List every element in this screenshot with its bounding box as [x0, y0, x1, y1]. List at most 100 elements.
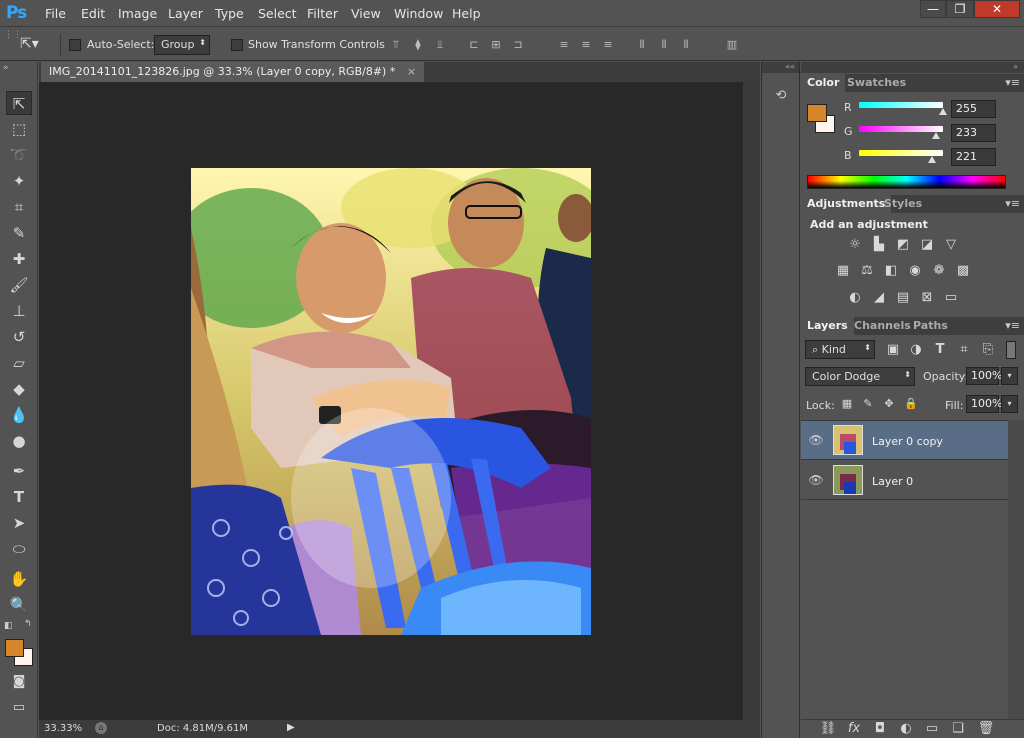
dodge-tool-icon[interactable]: ● [6, 429, 32, 453]
layer-style-icon[interactable]: fx [845, 720, 863, 738]
panels-collapse-icon[interactable]: » [801, 62, 1024, 73]
pen-tool-icon[interactable]: ✒ [6, 459, 32, 483]
marquee-tool-icon[interactable]: ⬚ [6, 117, 32, 141]
visibility-eye-icon[interactable]: 👁 [808, 432, 824, 448]
posterize-icon[interactable]: ◢ [870, 289, 888, 307]
status-menu-arrow-icon[interactable]: ▶ [287, 722, 295, 733]
lasso-tool-icon[interactable]: ➰ [6, 143, 32, 167]
lock-position-icon[interactable]: ✥ [880, 395, 898, 413]
status-info-icon[interactable]: ⌂ [95, 722, 107, 734]
menu-view[interactable]: View [351, 6, 381, 21]
channel-mixer-icon[interactable]: ❁ [930, 262, 948, 280]
layer-name[interactable]: Layer 0 [872, 475, 913, 488]
collapse-icon[interactable]: » [3, 63, 9, 73]
add-mask-icon[interactable]: ◘ [871, 720, 889, 738]
new-adjustment-layer-icon[interactable]: ◐ [897, 720, 915, 738]
photo-filter-icon[interactable]: ◉ [906, 262, 924, 280]
distribute-right-icon[interactable]: ⦀ [678, 37, 694, 53]
close-window-button[interactable]: ✕ [974, 0, 1020, 18]
filter-type-icon[interactable]: T [931, 341, 949, 359]
align-right-icon[interactable]: ⊐ [510, 37, 526, 53]
selective-color-icon[interactable]: ⊠ [918, 289, 936, 307]
color-spectrum-ramp[interactable] [807, 175, 1006, 189]
filter-adjustment-icon[interactable]: ◑ [907, 341, 925, 359]
color-balance-icon[interactable]: ⚖ [858, 262, 876, 280]
channel-r-slider[interactable] [859, 102, 943, 108]
menu-type[interactable]: Type [215, 6, 244, 21]
tab-swatches[interactable]: Swatches [841, 74, 912, 92]
zoom-level[interactable]: 33.33% [44, 723, 82, 734]
auto-align-icon[interactable]: ▥ [724, 37, 740, 53]
paint-bucket-tool-icon[interactable]: ◆ [6, 377, 32, 401]
channel-g-slider[interactable] [859, 126, 943, 132]
curves-icon[interactable]: ◩ [894, 236, 912, 254]
show-transform-checkbox[interactable] [231, 39, 243, 51]
distribute-top-icon[interactable]: ≡ [556, 37, 572, 53]
fill-input[interactable]: 100% [966, 395, 1002, 413]
opacity-input[interactable]: 100% [966, 367, 1002, 385]
channel-b-value[interactable]: 221 [951, 148, 996, 166]
tab-layers[interactable]: Layers [801, 317, 854, 335]
align-top-icon[interactable]: ⫪ [388, 37, 404, 53]
restore-button[interactable]: ❐ [946, 0, 974, 18]
menu-select[interactable]: Select [258, 6, 297, 21]
photo-image[interactable] [191, 168, 591, 635]
eraser-tool-icon[interactable]: ▱ [6, 351, 32, 375]
menu-layer[interactable]: Layer [168, 6, 203, 21]
visibility-eye-icon[interactable]: 👁 [808, 472, 824, 488]
menu-help[interactable]: Help [452, 6, 481, 21]
foreground-color-swatch[interactable] [5, 639, 24, 657]
lock-all-icon[interactable]: 🔒 [902, 395, 920, 413]
history-brush-tool-icon[interactable]: ↺ [6, 325, 32, 349]
exposure-icon[interactable]: ◪ [918, 236, 936, 254]
align-bottom-icon[interactable]: ⫫ [432, 37, 448, 53]
zoom-tool-icon[interactable]: 🔍 [6, 593, 32, 617]
tab-paths[interactable]: Paths [907, 317, 954, 335]
hand-tool-icon[interactable]: ✋ [6, 567, 32, 591]
color-lookup-icon[interactable]: ▩ [954, 262, 972, 280]
filter-shape-icon[interactable]: ⌗ [955, 341, 973, 359]
canvas-area[interactable] [39, 82, 743, 720]
minimize-button[interactable]: — [920, 0, 946, 18]
panel-menu-icon[interactable]: ▾≡ [1005, 197, 1020, 210]
delete-layer-icon[interactable]: 🗑 [977, 720, 995, 738]
channel-g-slider-thumb[interactable] [931, 132, 940, 139]
align-hcenter-icon[interactable]: ⊞ [488, 37, 504, 53]
menu-image[interactable]: Image [118, 6, 157, 21]
menu-file[interactable]: File [45, 6, 66, 21]
layer-row-layer-0-copy[interactable]: 👁 Layer 0 copy [801, 421, 1008, 460]
clone-stamp-tool-icon[interactable]: ⊥ [6, 299, 32, 323]
levels-icon[interactable]: ▙ [870, 236, 888, 254]
menu-filter[interactable]: Filter [307, 6, 338, 21]
document-tab[interactable]: IMG_20141101_123826.jpg @ 33.3% (Layer 0… [41, 62, 425, 82]
eyedropper-tool-icon[interactable]: ✎ [6, 221, 32, 245]
panel-menu-icon[interactable]: ▾≡ [1005, 319, 1020, 332]
close-tab-icon[interactable]: × [407, 65, 416, 78]
healing-brush-tool-icon[interactable]: ✚ [6, 247, 32, 271]
lock-image-icon[interactable]: ✎ [859, 395, 877, 413]
link-layers-icon[interactable]: ⛓ [819, 720, 837, 738]
lock-transparent-icon[interactable]: ▦ [838, 395, 856, 413]
filter-pixel-icon[interactable]: ▣ [884, 341, 902, 359]
channel-b-slider-thumb[interactable] [927, 156, 936, 163]
auto-select-dropdown[interactable]: Group ⬍ [154, 35, 210, 55]
default-colors-icon[interactable]: ◧ [4, 621, 13, 631]
tab-styles[interactable]: Styles [878, 195, 928, 213]
black-white-icon[interactable]: ◧ [882, 262, 900, 280]
distribute-bottom-icon[interactable]: ≡ [600, 37, 616, 53]
align-left-icon[interactable]: ⊏ [466, 37, 482, 53]
path-selection-tool-icon[interactable]: ➤ [6, 511, 32, 535]
auto-select-checkbox[interactable] [69, 39, 81, 51]
filter-smart-object-icon[interactable]: ⎘ [979, 341, 997, 359]
layer-row-layer-0[interactable]: 👁 Layer 0 [801, 461, 1008, 500]
screen-mode-icon[interactable]: ▭ [6, 696, 32, 720]
filter-toggle-switch[interactable] [1006, 341, 1016, 359]
brightness-contrast-icon[interactable]: ☼ [846, 236, 864, 254]
swap-colors-icon[interactable]: ↰ [24, 619, 32, 629]
menu-edit[interactable]: Edit [81, 6, 105, 21]
dock-collapse-icon[interactable]: «« [762, 62, 799, 73]
blend-mode-dropdown[interactable]: Color Dodge ⬍ [805, 367, 915, 386]
invert-icon[interactable]: ◐ [846, 289, 864, 307]
quick-mask-icon[interactable]: ◙ [6, 670, 32, 694]
vibrance-icon[interactable]: ▽ [942, 236, 960, 254]
